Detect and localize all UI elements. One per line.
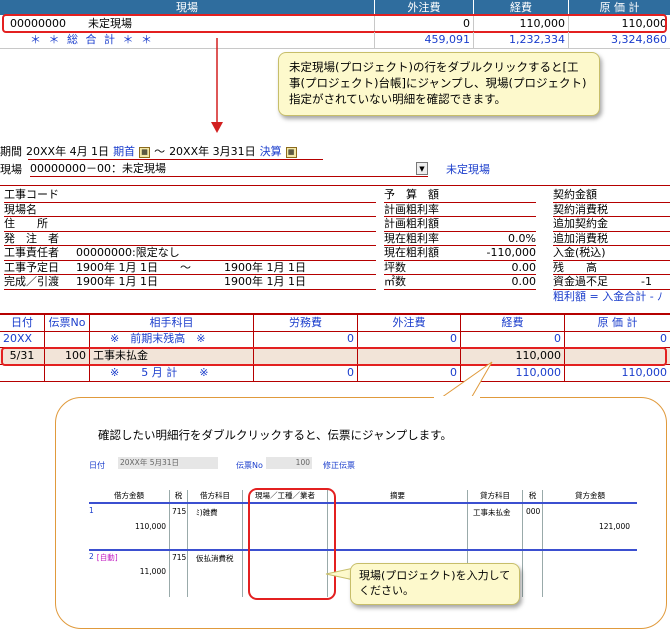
info-row: 現在粗利額 -110,000 xyxy=(384,246,536,261)
grand-total-expense: 1,232,334 xyxy=(474,32,569,48)
voucher-date-label: 日付 xyxy=(89,461,105,470)
col-cost-total: 原 価 計 xyxy=(597,316,638,329)
grand-total-cost: 3,324,860 xyxy=(611,33,667,46)
fund-shortage-label: 資金過不足 -1 xyxy=(553,275,670,290)
voucher-debit-tax[interactable]: 715 xyxy=(172,553,186,562)
voucher-credit-account[interactable]: 工事未払金 xyxy=(473,507,511,518)
info-row: 工事予定日 1900年 1月 1日 ～ 1900年 1月 1日 xyxy=(4,261,376,275)
ledger-grid-header: 日付 伝票No 相手科目 労務費 外注費 経費 原 価 計 xyxy=(0,313,670,332)
arrow-down-icon xyxy=(211,38,223,133)
info-row: 計画粗利率 xyxy=(384,203,536,217)
voucher-debit-account[interactable]: ﾐ)雑費 xyxy=(196,507,218,518)
period-from[interactable]: 20XX年 4月 1日 xyxy=(26,145,109,159)
left-info-block: 工事コード 現場名 住 所 発 注 者 工事責任者 00000000:限定なし 工… xyxy=(4,188,376,290)
col-voucher-no: 伝票No xyxy=(45,315,90,331)
voucher-table-header: 借方金額 税 借方科目 現場／工種／業者 摘要 貸方科目 税 貸方金額 xyxy=(89,490,637,504)
payment-received-label: 入金(税込) xyxy=(553,246,670,261)
info-row: 予 算 額 xyxy=(384,188,536,203)
period-label: 期間 xyxy=(0,145,22,158)
table-row[interactable]: 20XX年 ※ 前期末残高 ※ 0 0 0 0 xyxy=(0,331,670,361)
grid-line xyxy=(89,549,637,551)
contract-tax-label: 契約消費税 xyxy=(553,203,670,217)
summary-table-header: 現場 外注費 経費 原 価 計 xyxy=(0,0,670,15)
site-name-link: 未定現場 xyxy=(446,163,490,176)
divider xyxy=(0,185,670,186)
period-bar: 期間 20XX年 4月 1日 期首 ▦ ～ 20XX年 3月31日 決算 ▦ xyxy=(0,145,297,159)
site-dropdown[interactable]: 00000000－00：未定現場 ▼ xyxy=(30,162,428,177)
balance-label: 残 高 xyxy=(553,261,670,275)
col-header-expense: 経費 xyxy=(474,0,569,15)
col-header-cost-total: 原 価 計 xyxy=(599,1,640,14)
callout-jump-to-ledger: 未定現場(プロジェクト)の行をダブルクリックすると[工事(プロジェクト)台帳]に… xyxy=(278,52,600,116)
calendar-icon[interactable]: ▦ xyxy=(139,146,151,158)
mid-info-block: 予 算 額 計画粗利率 計画粗利額 現在粗利率 0.0% 現在粗利額 -110,00… xyxy=(384,188,536,290)
callout-enter-site: 現場(プロジェクト)を入力してください。 xyxy=(350,563,520,605)
voucher-mode-label: 修正伝票 xyxy=(323,461,355,470)
right-info-block: 契約金額 契約消費税 追加契約金 追加消費税 入金(税込) 残 高 資金過不足 … xyxy=(553,188,670,304)
voucher-no-field[interactable]: 100 xyxy=(266,457,312,469)
bubble-text: 確認したい明細行をダブルクリックすると、伝票にジャンプします。 xyxy=(98,428,452,442)
info-row: 計画粗利額 xyxy=(384,217,536,232)
voucher-debit-tax[interactable]: 715 xyxy=(172,507,186,516)
voucher-line-number: 1 xyxy=(89,506,94,515)
col-labor: 労務費 xyxy=(254,315,358,331)
divider xyxy=(28,159,323,160)
info-row: 完成／引渡 1900年 1月 1日 1900年 1月 1日 xyxy=(4,275,376,290)
start-button[interactable]: 期首 xyxy=(113,145,135,159)
period-tilde: ～ xyxy=(154,145,166,158)
info-row: 現場名 xyxy=(4,203,376,217)
voucher-no-label: 伝票No xyxy=(236,461,263,470)
col-expense: 経費 xyxy=(461,315,565,331)
divider xyxy=(0,48,670,49)
end-button[interactable]: 決算 xyxy=(260,145,282,159)
summary-total-row: ＊ ＊ 総 合 計 ＊ ＊ 459,091 1,232,334 3,324,86… xyxy=(0,32,670,48)
voucher-debit-amount[interactable]: 110,000 xyxy=(100,522,166,531)
bubble-tail-joint xyxy=(434,396,480,399)
table-row[interactable]: ※ 5 月 計 ※ 0 0 110,000 110,000 xyxy=(0,365,670,382)
info-row: 坪数 0.00 xyxy=(384,260,536,275)
dropdown-arrow-icon[interactable]: ▼ xyxy=(416,162,428,175)
col-date: 日付 xyxy=(0,315,45,331)
info-row: 工事責任者 00000000:限定なし xyxy=(4,246,376,261)
info-row: 工事コード xyxy=(4,188,376,203)
col-subcontract: 外注費 xyxy=(358,315,461,331)
grand-total-subcontract: 459,091 xyxy=(375,32,474,48)
col-header-site: 現場 xyxy=(0,0,375,15)
callout-text: 未定現場(プロジェクト)の行をダブルクリックすると[工事(プロジェクト)台帳]に… xyxy=(289,60,587,106)
voucher-credit-tax[interactable]: 000 xyxy=(526,507,540,516)
info-row: 住 所 xyxy=(4,217,376,232)
site-label: 現場 xyxy=(0,163,22,176)
inner-callout-text: 現場(プロジェクト)を入力してください。 xyxy=(359,569,511,597)
additional-tax-label: 追加消費税 xyxy=(553,232,670,246)
voucher-date-field[interactable]: 20XX年 5月31日 xyxy=(118,457,218,469)
highlight-frame-row xyxy=(1,347,667,366)
info-row: 現在粗利率 0.0% xyxy=(384,231,536,246)
voucher-debit-account[interactable]: 仮払消費税 xyxy=(196,553,234,564)
info-row: ㎡数 0.00 xyxy=(384,275,536,290)
contract-amount-label: 契約金額 xyxy=(553,188,670,203)
col-account: 相手科目 xyxy=(90,315,254,331)
voucher-debit-amount[interactable]: 11,000 xyxy=(100,567,166,576)
highlight-frame-row xyxy=(2,14,667,33)
info-row: 発 注 者 xyxy=(4,232,376,246)
gross-profit-formula: 粗利額 = 入金合計 - ﾉ xyxy=(553,289,663,303)
voucher-credit-amount[interactable]: 121,000 xyxy=(560,522,630,531)
period-to[interactable]: 20XX年 3月31日 xyxy=(169,145,256,159)
additional-contract-label: 追加契約金 xyxy=(553,217,670,232)
grand-total-label: ＊ ＊ 総 合 計 ＊ ＊ xyxy=(0,32,375,48)
highlight-frame-site-column[interactable] xyxy=(248,488,336,600)
voucher-line-2-tag: 2 [自動] xyxy=(89,552,118,562)
calendar-icon[interactable]: ▦ xyxy=(285,146,297,158)
site-dropdown-value: 00000000－00：未定現場 xyxy=(30,162,166,175)
col-header-subcontract: 外注費 xyxy=(375,0,474,15)
